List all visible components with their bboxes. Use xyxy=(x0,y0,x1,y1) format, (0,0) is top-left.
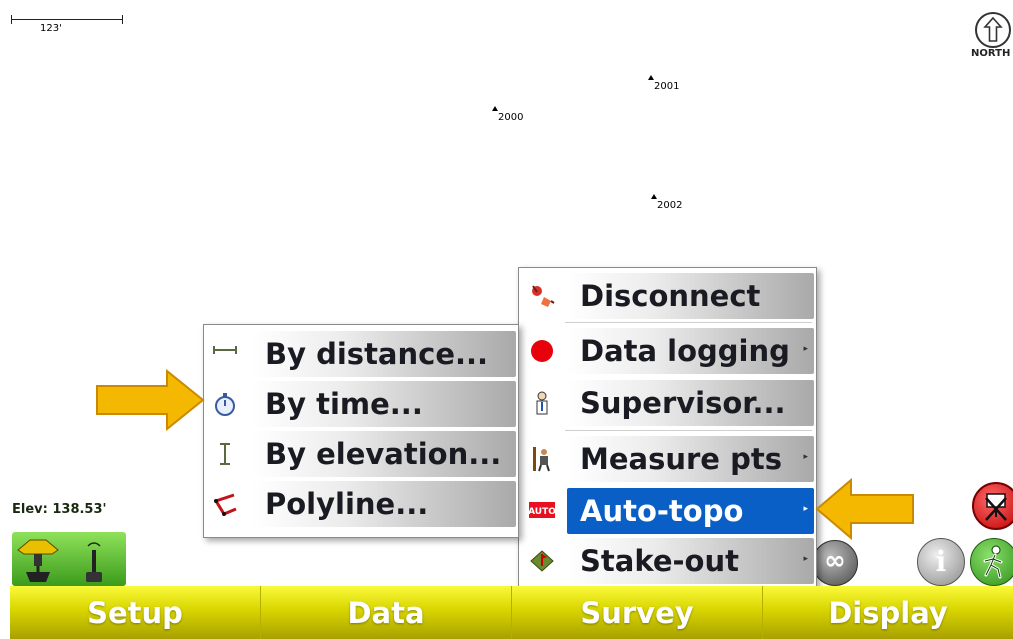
continuous-button[interactable]: ∞ xyxy=(812,540,858,586)
point-marker-icon xyxy=(648,75,654,80)
tab-data[interactable]: Data xyxy=(261,586,512,639)
polyline-icon xyxy=(213,493,237,516)
svg-text:AUTO: AUTO xyxy=(528,507,556,517)
menu-item-data-logging[interactable]: Data logging ▸ xyxy=(519,326,816,376)
north-arrow: NORTH xyxy=(971,12,1013,72)
menu-item-by-distance[interactable]: By distance... xyxy=(204,329,518,379)
submenu-arrow-icon: ▸ xyxy=(803,504,808,514)
menu-item-stake-out[interactable]: Stake-out ▸ xyxy=(519,536,816,586)
stop-button[interactable] xyxy=(972,482,1013,530)
receiver-status-button[interactable] xyxy=(12,532,126,586)
gnss-receiver-icon xyxy=(17,539,102,582)
menu-item-by-elevation[interactable]: By elevation... xyxy=(204,429,518,479)
point-marker-icon xyxy=(651,194,657,199)
supervisor-icon xyxy=(536,391,548,415)
auto-topo-submenu: By distance... By time... By elevation..… xyxy=(203,324,519,538)
callout-arrow-left-icon xyxy=(815,478,914,540)
stopwatch-icon xyxy=(215,393,235,416)
menu-item-disconnect[interactable]: Disconnect xyxy=(519,271,816,321)
menu-item-polyline[interactable]: Polyline... xyxy=(204,479,518,529)
menu-item-supervisor[interactable]: Supervisor... xyxy=(519,378,816,428)
scale-label: 123' xyxy=(40,23,62,34)
distance-icon xyxy=(213,346,237,354)
auto-topo-icon: AUTO xyxy=(528,502,556,518)
menu-item-by-time[interactable]: By time... xyxy=(204,379,518,429)
submenu-arrow-icon: ▸ xyxy=(803,344,808,354)
scale-bar xyxy=(11,15,123,25)
menu-item-measure-pts[interactable]: Measure pts ▸ xyxy=(519,434,816,484)
point-label: 2000 xyxy=(498,112,524,123)
menu-item-auto-topo[interactable]: AUTO Auto-topo ▸ xyxy=(519,486,816,536)
bottom-menu-bar: Setup Data Survey Display xyxy=(10,586,1013,639)
tab-survey[interactable]: Survey xyxy=(512,586,763,639)
north-arrow-icon xyxy=(975,12,1011,48)
tab-setup[interactable]: Setup xyxy=(10,586,261,639)
point-marker-icon xyxy=(492,106,498,111)
survey-menu: Disconnect Data logging ▸ Supervisor... xyxy=(518,267,817,589)
north-label: NORTH xyxy=(971,48,1011,59)
submenu-arrow-icon: ▸ xyxy=(803,554,808,564)
info-icon: i xyxy=(935,545,947,578)
walk-button[interactable] xyxy=(970,538,1013,586)
info-button[interactable]: i xyxy=(917,538,965,586)
data-logging-icon xyxy=(531,340,553,362)
callout-arrow-right-icon xyxy=(96,369,205,431)
stake-out-icon xyxy=(530,550,554,572)
elevation-readout: Elev: 138.53' xyxy=(12,502,107,517)
elevation-icon xyxy=(220,443,230,465)
measure-pts-icon xyxy=(533,447,550,472)
point-label: 2002 xyxy=(657,200,683,211)
stop-receiver-icon xyxy=(985,493,1007,521)
tab-display[interactable]: Display xyxy=(763,586,1013,639)
infinity-icon: ∞ xyxy=(824,546,846,576)
app-screen: 123' NORTH 2001 2000 2002 Elev: 138.53' xyxy=(0,0,1013,639)
disconnect-icon xyxy=(532,285,555,307)
point-label: 2001 xyxy=(654,81,680,92)
submenu-arrow-icon: ▸ xyxy=(803,452,808,462)
walking-man-icon xyxy=(983,545,1003,579)
